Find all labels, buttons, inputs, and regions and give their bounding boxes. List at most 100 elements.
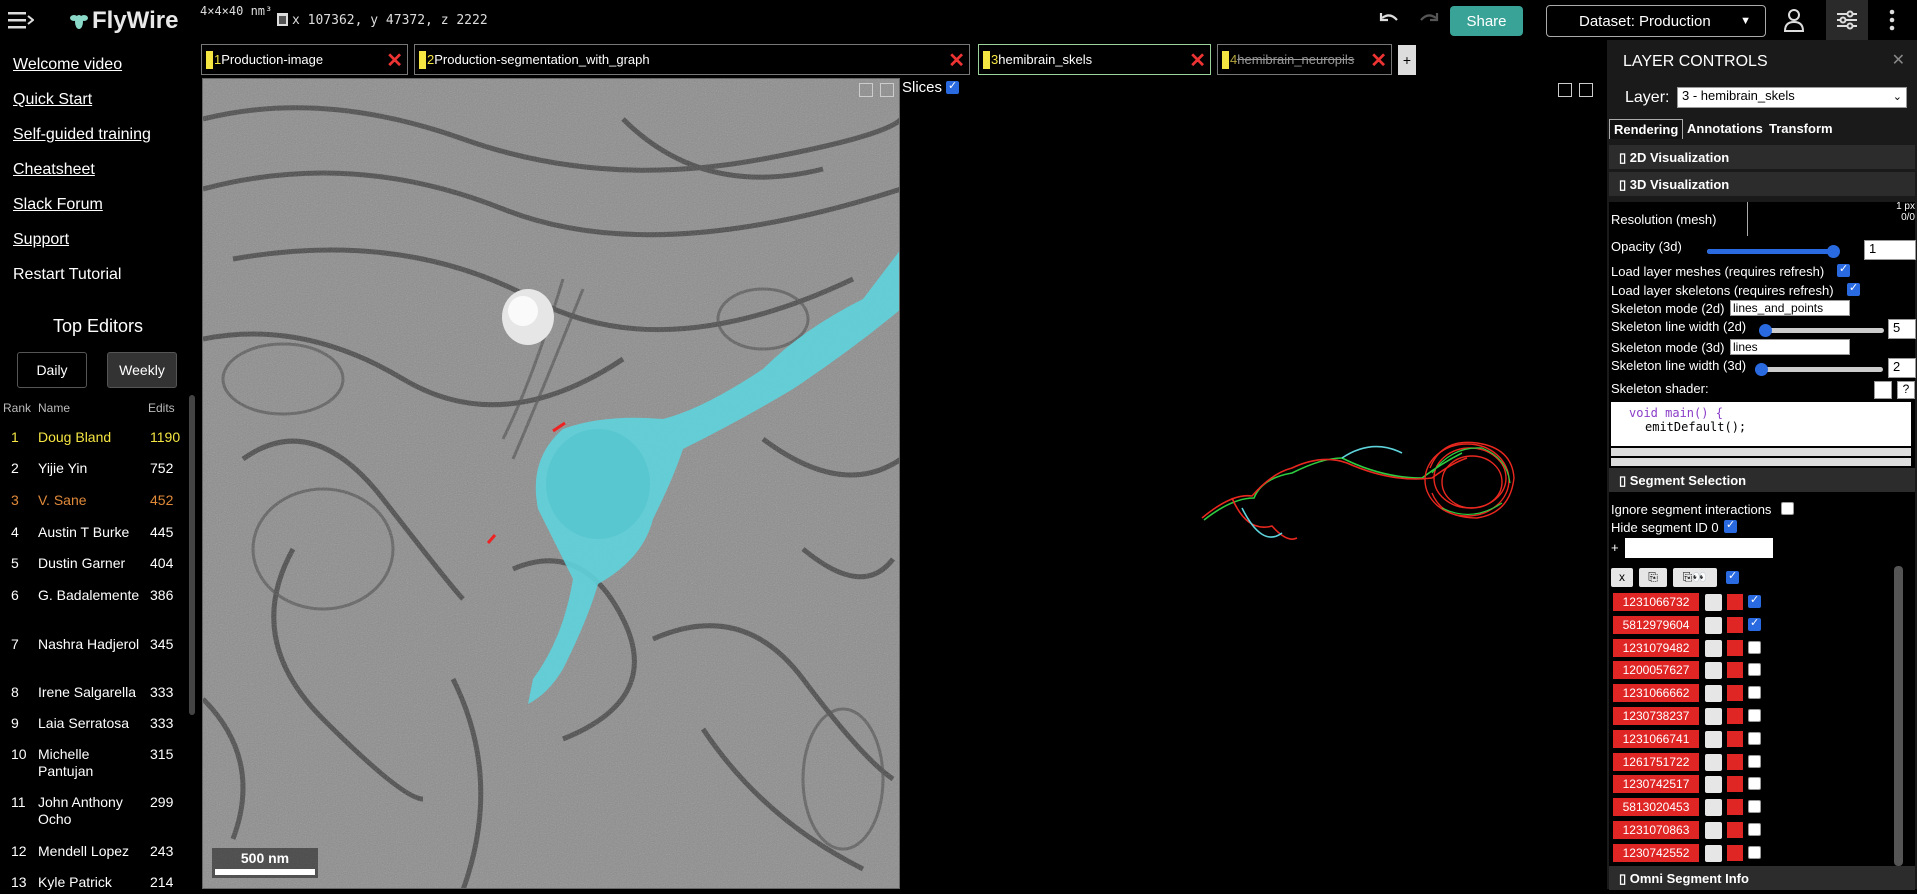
layer-select[interactable]: 3 - hemibrain_skels ⌄ <box>1677 87 1907 108</box>
segment-color-swatch[interactable] <box>1727 685 1743 701</box>
segment-id-button[interactable]: 1231066741 <box>1613 730 1699 748</box>
skel-width-2d-slider[interactable] <box>1759 328 1884 333</box>
toggle-all-visible-checkbox[interactable] <box>1726 569 1739 584</box>
leaderboard-scrollbar[interactable] <box>189 395 195 715</box>
copy-segment-icon[interactable] <box>1705 776 1722 793</box>
weekly-tab[interactable]: Weekly <box>107 352 177 388</box>
copy-segment-icon[interactable] <box>1705 662 1722 679</box>
position-coordinates[interactable]: x 107362, y 47372, z 2222 <box>292 13 488 28</box>
segment-id-button[interactable]: 1230738237 <box>1613 707 1699 725</box>
section-2d-visualization[interactable]: ▯ 2D Visualization <box>1609 145 1915 169</box>
sidebar-link-quick-start[interactable]: Quick Start <box>13 91 92 109</box>
close-icon[interactable]: ✕ <box>1892 50 1905 70</box>
layer-tab-hemibrain-neuropils[interactable]: 4 hemibrain_neuropils ✕ <box>1217 44 1392 75</box>
segment-visible-checkbox[interactable] <box>1748 686 1761 699</box>
segment-id-button[interactable]: 1231066662 <box>1613 684 1699 702</box>
slices-checkbox[interactable] <box>946 79 960 94</box>
sidebar-link-self-guided-training[interactable]: Self-guided training <box>13 126 151 144</box>
segment-color-swatch[interactable] <box>1727 594 1743 610</box>
segment-id-button[interactable]: 1261751722 <box>1613 753 1699 771</box>
skel-mode-3d-select[interactable]: lines <box>1730 339 1850 355</box>
copy-visible-segments-icon[interactable]: ⎘👀 <box>1673 568 1717 587</box>
copy-segment-icon[interactable] <box>1705 822 1722 839</box>
layer-tab-production-image[interactable]: 1 Production-image ✕ <box>201 44 408 75</box>
segment-color-swatch[interactable] <box>1727 845 1743 861</box>
segment-visible-checkbox[interactable] <box>1748 732 1761 745</box>
tab-rendering[interactable]: Rendering <box>1609 119 1684 139</box>
copy-segment-icon[interactable] <box>1705 617 1722 634</box>
segment-color-swatch[interactable] <box>1727 708 1743 724</box>
segment-id-button[interactable]: 1230742517 <box>1613 775 1699 793</box>
skel-width-3d-input[interactable]: 2 <box>1888 358 1916 378</box>
slices-toggle[interactable]: Slices <box>902 79 960 96</box>
user-icon[interactable] <box>1783 8 1805 37</box>
skel-width-2d-knob[interactable] <box>1759 324 1772 337</box>
segment-visible-checkbox[interactable] <box>1748 616 1761 631</box>
segment-visible-checkbox[interactable] <box>1748 641 1761 654</box>
section-omni-segment-info[interactable]: ▯ Omni Segment Info <box>1609 866 1915 890</box>
shader-scrollbar[interactable] <box>1611 448 1911 456</box>
add-segment-input[interactable] <box>1625 538 1773 558</box>
dataset-dropdown[interactable]: Dataset: Production ▼ <box>1546 5 1766 37</box>
section-segment-selection[interactable]: ▯ Segment Selection <box>1609 468 1915 492</box>
close-layer-icon[interactable]: ✕ <box>948 48 965 73</box>
segment-visible-checkbox[interactable] <box>1748 777 1761 790</box>
segment-visible-checkbox[interactable] <box>1748 709 1761 722</box>
tab-annotations[interactable]: Annotations <box>1683 119 1767 139</box>
segment-color-swatch[interactable] <box>1727 776 1743 792</box>
segment-id-button[interactable]: 1231066732 <box>1613 593 1699 611</box>
panel-layout-icon[interactable] <box>1558 83 1572 97</box>
segment-visible-checkbox[interactable] <box>1748 755 1761 768</box>
close-layer-icon[interactable]: ✕ <box>386 48 403 73</box>
close-layer-icon[interactable]: ✕ <box>1189 48 1206 73</box>
copy-all-segments-icon[interactable]: ⎘ <box>1639 568 1667 587</box>
segment-visible-checkbox[interactable] <box>1748 846 1761 859</box>
copy-segment-icon[interactable] <box>1705 640 1722 657</box>
sidebar-link-cheatsheet[interactable]: Cheatsheet <box>13 161 95 179</box>
load-meshes-checkbox[interactable] <box>1837 262 1850 277</box>
opacity-slider-knob[interactable] <box>1827 245 1840 258</box>
3d-view[interactable] <box>902 78 1605 889</box>
load-skeletons-checkbox[interactable] <box>1847 281 1860 296</box>
segment-id-button[interactable]: 1231070863 <box>1613 821 1699 839</box>
em-slice-view[interactable] <box>202 78 900 889</box>
segment-visible-checkbox[interactable] <box>1748 663 1761 676</box>
segment-color-swatch[interactable] <box>1727 640 1743 656</box>
section-3d-visualization[interactable]: ▯ 3D Visualization <box>1609 172 1915 196</box>
restart-tutorial-button[interactable]: Restart Tutorial <box>13 266 121 284</box>
copy-segment-icon[interactable] <box>1705 731 1722 748</box>
undo-icon[interactable] <box>1378 10 1400 35</box>
segment-id-button[interactable]: 1230742552 <box>1613 844 1699 862</box>
tab-transform[interactable]: Transform <box>1765 119 1837 139</box>
copy-segment-icon[interactable] <box>1705 754 1722 771</box>
segment-id-button[interactable]: 5813020453 <box>1613 798 1699 816</box>
layer-tab-production-segmentation[interactable]: 2 Production-segmentation_with_graph ✕ <box>414 44 970 75</box>
resolution-slider[interactable] <box>1747 202 1748 236</box>
segment-color-swatch[interactable] <box>1727 822 1743 838</box>
segment-color-swatch[interactable] <box>1727 754 1743 770</box>
hamburger-menu-icon[interactable] <box>8 9 35 31</box>
shader-expand-icon[interactable] <box>1874 381 1892 399</box>
panel-scrollbar[interactable] <box>1611 458 1911 466</box>
segment-visible-checkbox[interactable] <box>1748 800 1761 813</box>
copy-segment-icon[interactable] <box>1705 708 1722 725</box>
layer-tab-hemibrain-skels[interactable]: 3 hemibrain_skels ✕ <box>978 44 1211 75</box>
copy-segment-icon[interactable] <box>1705 594 1722 611</box>
shader-editor[interactable]: void main() { emitDefault(); <box>1611 402 1911 446</box>
segment-id-button[interactable]: 1200057627 <box>1613 661 1699 679</box>
ignore-interactions-checkbox[interactable] <box>1781 502 1794 515</box>
panel-layout-icon[interactable] <box>859 83 873 97</box>
sidebar-link-support[interactable]: Support <box>13 231 69 249</box>
segment-id-button[interactable]: 1231079482 <box>1613 639 1699 657</box>
skel-width-2d-input[interactable]: 5 <box>1888 319 1916 339</box>
skel-mode-2d-select[interactable]: lines_and_points <box>1730 300 1850 316</box>
hide-id0-checkbox[interactable] <box>1724 518 1737 533</box>
sidebar-link-slack-forum[interactable]: Slack Forum <box>13 196 103 214</box>
shader-help-button[interactable]: ? <box>1897 381 1915 399</box>
segment-color-swatch[interactable] <box>1727 731 1743 747</box>
redo-icon[interactable] <box>1418 10 1440 35</box>
skel-width-3d-slider[interactable] <box>1755 367 1883 372</box>
more-options-icon[interactable] <box>1888 8 1896 37</box>
add-layer-button[interactable]: + <box>1398 45 1416 75</box>
opacity-input[interactable]: 1 <box>1864 240 1916 260</box>
